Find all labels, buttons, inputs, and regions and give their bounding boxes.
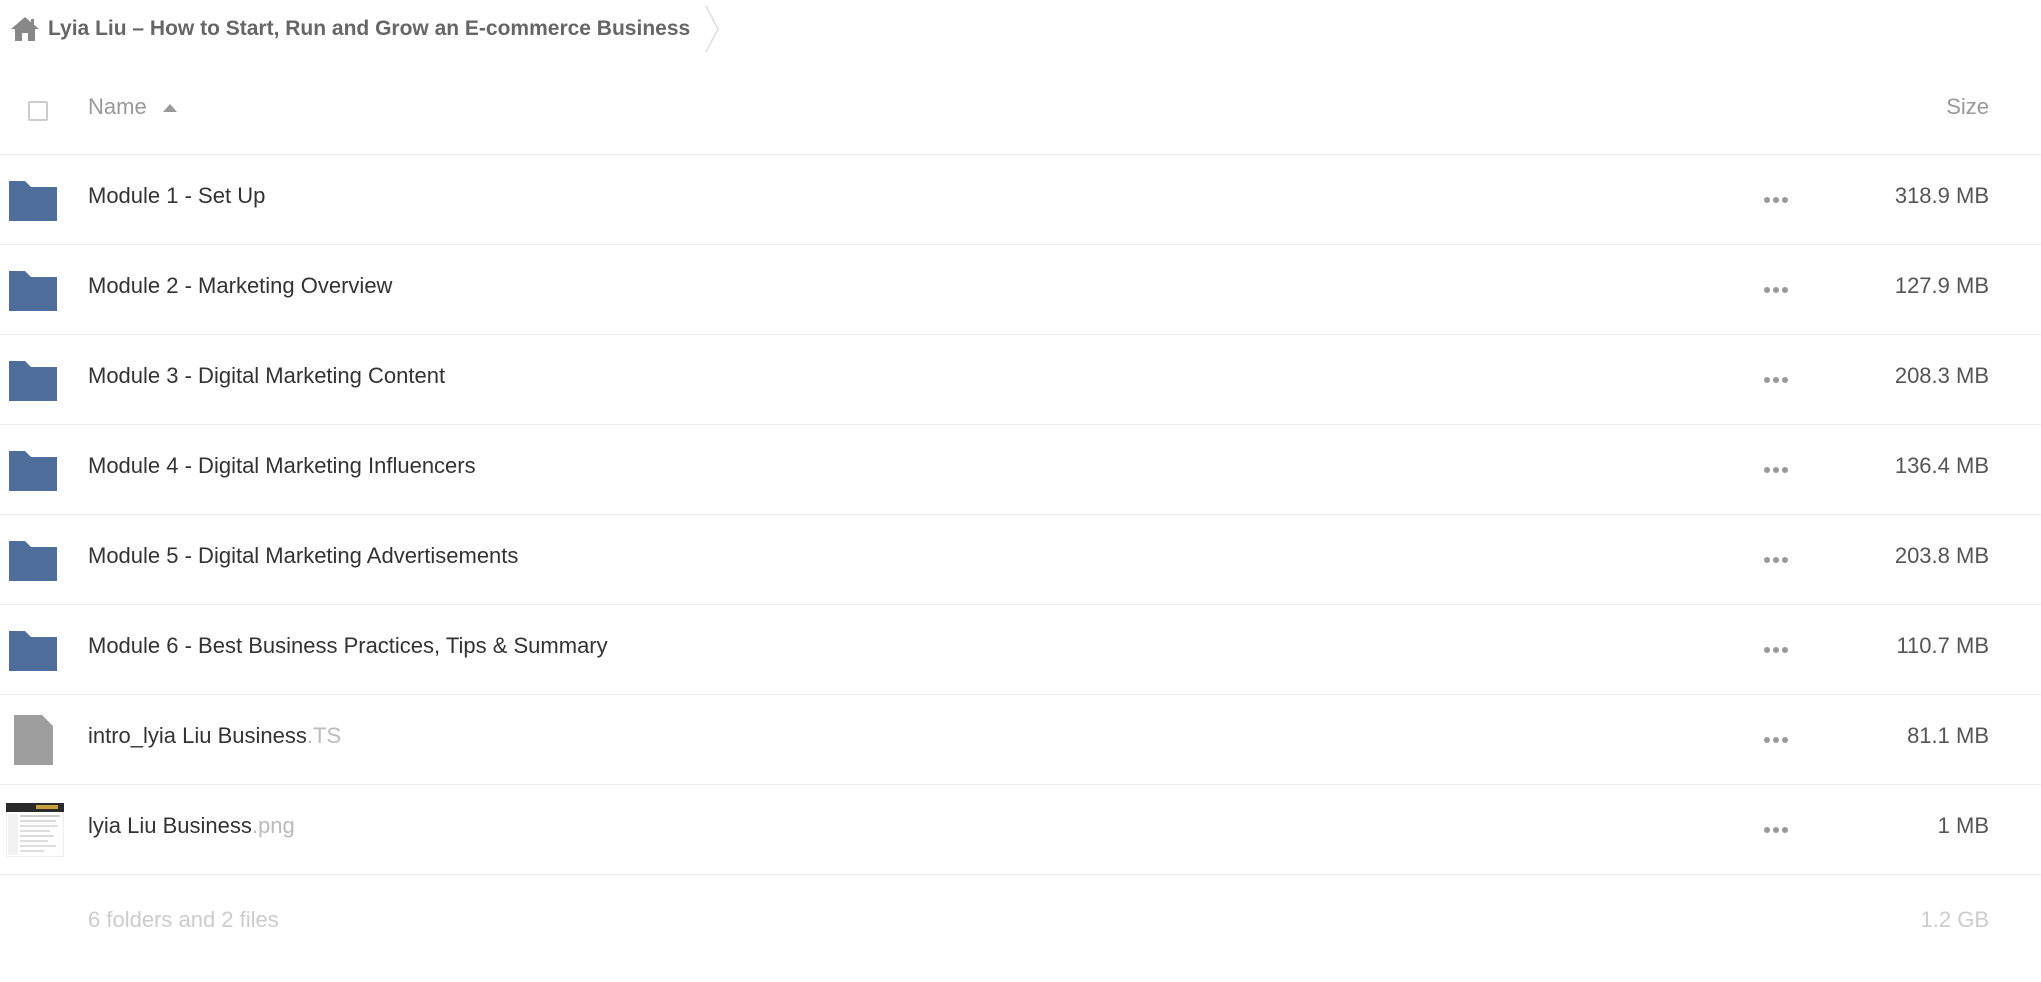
- folder-icon: [8, 445, 58, 495]
- folder-icon: [8, 265, 58, 315]
- file-icon: [8, 715, 58, 765]
- breadcrumb: Lyia Liu – How to Start, Run and Grow an…: [0, 0, 738, 58]
- folder-icon: [8, 625, 58, 675]
- more-options-icon[interactable]: [1760, 275, 1792, 305]
- more-options-icon[interactable]: [1760, 635, 1792, 665]
- more-options-icon[interactable]: [1760, 365, 1792, 395]
- breadcrumb-separator-icon: [702, 0, 724, 58]
- item-name[interactable]: Module 5 - Digital Marketing Advertiseme…: [88, 543, 518, 569]
- item-size: 110.7 MB: [1896, 633, 1989, 658]
- item-size: 203.8 MB: [1894, 543, 1989, 568]
- name-column-label: Name: [88, 94, 147, 119]
- breadcrumb-current-folder[interactable]: Lyia Liu – How to Start, Run and Grow an…: [0, 0, 738, 58]
- folder-row[interactable]: Module 4 - Digital Marketing Influencers…: [0, 425, 2041, 515]
- item-name[interactable]: Module 4 - Digital Marketing Influencers: [88, 453, 476, 479]
- item-name-base: lyia Liu Business: [88, 813, 252, 838]
- folder-icon: [8, 175, 58, 225]
- more-options-icon[interactable]: [1760, 185, 1792, 215]
- item-name[interactable]: Module 6 - Best Business Practices, Tips…: [88, 633, 608, 659]
- folder-row[interactable]: Module 6 - Best Business Practices, Tips…: [0, 605, 2041, 695]
- sort-ascending-icon: [162, 104, 177, 112]
- item-name[interactable]: Module 1 - Set Up: [88, 183, 265, 209]
- file-row[interactable]: intro_lyia Liu Business.TS 81.1 MB: [0, 695, 2041, 785]
- item-name-base: intro_lyia Liu Business: [88, 723, 307, 748]
- item-name[interactable]: intro_lyia Liu Business.TS: [88, 723, 341, 749]
- folder-row[interactable]: Module 1 - Set Up 318.9 MB: [0, 155, 2041, 245]
- folder-icon: [8, 355, 58, 405]
- item-size: 127.9 MB: [1894, 273, 1989, 298]
- item-name-base: Module 3 - Digital Marketing Content: [88, 363, 446, 388]
- name-column-header[interactable]: Name: [88, 94, 177, 120]
- item-name[interactable]: lyia Liu Business.png: [88, 813, 295, 839]
- table-header: Name Size: [0, 64, 2041, 155]
- folder-icon: [8, 535, 58, 585]
- image-thumbnail: [5, 802, 65, 858]
- size-column-header[interactable]: Size: [1946, 94, 1989, 120]
- item-name-base: Module 2 - Marketing Overview: [88, 273, 393, 298]
- summary-row: 6 folders and 2 files 1.2 GB: [0, 875, 2041, 973]
- item-size: 318.9 MB: [1894, 183, 1989, 208]
- item-size: 1 MB: [1937, 813, 1989, 838]
- summary-count: 6 folders and 2 files: [88, 907, 279, 932]
- item-extension: .TS: [306, 723, 342, 748]
- folder-row[interactable]: Module 2 - Marketing Overview 127.9 MB: [0, 245, 2041, 335]
- home-icon: [10, 16, 40, 42]
- item-name[interactable]: Module 3 - Digital Marketing Content: [88, 363, 445, 389]
- file-row[interactable]: lyia Liu Business.png 1 MB: [0, 785, 2041, 875]
- item-extension: .png: [251, 813, 295, 838]
- summary-total-size: 1.2 GB: [1920, 907, 1989, 932]
- item-name-base: Module 4 - Digital Marketing Influencers: [88, 453, 476, 478]
- more-options-icon[interactable]: [1760, 725, 1792, 755]
- file-list: Name Size Module 1 - Set Up 318.9 MB Modul…: [0, 64, 2041, 973]
- more-options-icon[interactable]: [1760, 455, 1792, 485]
- item-name-base: Module 1 - Set Up: [88, 183, 266, 208]
- folder-row[interactable]: Module 5 - Digital Marketing Advertiseme…: [0, 515, 2041, 605]
- item-size: 81.1 MB: [1907, 723, 1989, 748]
- item-name-base: Module 5 - Digital Marketing Advertiseme…: [88, 543, 519, 568]
- folder-row[interactable]: Module 3 - Digital Marketing Content 208.…: [0, 335, 2041, 425]
- more-options-icon[interactable]: [1760, 815, 1792, 845]
- item-size: 136.4 MB: [1894, 453, 1989, 478]
- item-name[interactable]: Module 2 - Marketing Overview: [88, 273, 392, 299]
- select-all-checkbox[interactable]: [28, 101, 48, 121]
- more-options-icon[interactable]: [1760, 545, 1792, 575]
- table-body: Module 1 - Set Up 318.9 MB Module 2 - Mark…: [0, 155, 2041, 875]
- item-name-base: Module 6 - Best Business Practices, Tips…: [88, 633, 608, 658]
- item-size: 208.3 MB: [1894, 363, 1989, 388]
- breadcrumb-title: Lyia Liu – How to Start, Run and Grow an…: [48, 17, 691, 40]
